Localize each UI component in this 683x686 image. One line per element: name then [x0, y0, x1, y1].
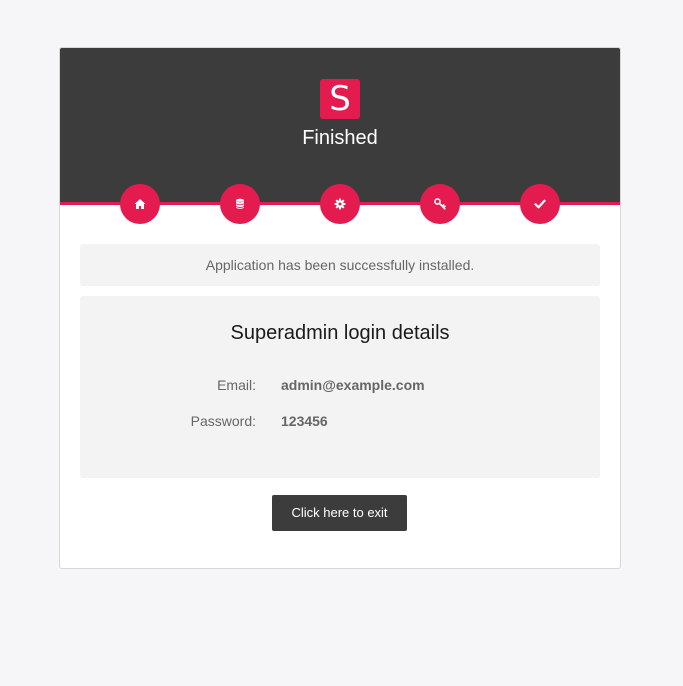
exit-button[interactable]: Click here to exit — [272, 495, 407, 531]
step-finished[interactable] — [520, 184, 560, 224]
success-notice: Application has been successfully instal… — [80, 244, 600, 286]
password-value: 123456 — [281, 413, 328, 429]
page-title: Finished — [302, 127, 378, 149]
installer-card: S Finished Application has been successf… — [59, 47, 621, 569]
step-home[interactable] — [120, 184, 160, 224]
login-details-title: Superadmin login details — [230, 322, 450, 344]
step-database[interactable] — [220, 184, 260, 224]
password-label: Password: — [190, 413, 256, 429]
database-icon — [236, 198, 244, 209]
email-value: admin@example.com — [281, 377, 425, 393]
step-settings[interactable] — [320, 184, 360, 224]
check-icon — [534, 199, 546, 209]
installer-header: S Finished — [60, 48, 620, 204]
home-icon — [134, 199, 146, 209]
key-icon — [434, 198, 446, 210]
step-key[interactable] — [420, 184, 460, 224]
email-label: Email: — [217, 377, 256, 393]
login-details-panel: Superadmin login details Email: admin@ex… — [80, 296, 600, 478]
gear-icon — [334, 198, 346, 210]
app-logo: S — [320, 79, 360, 119]
